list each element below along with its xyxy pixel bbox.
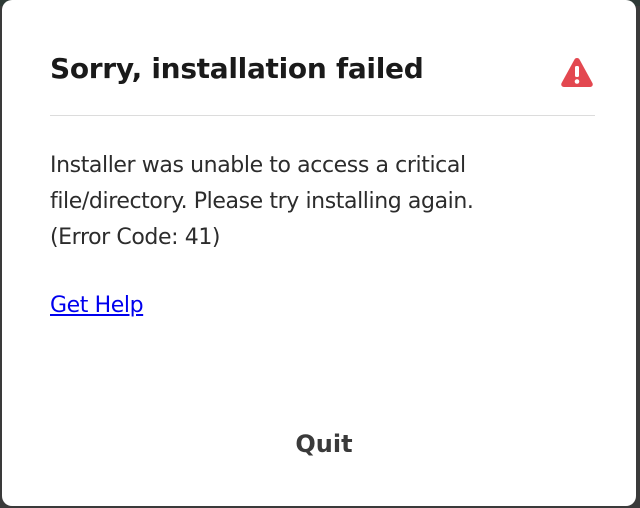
error-code-line: (Error Code: 41): [50, 225, 221, 250]
error-dialog: Sorry, installation failed Installer was…: [2, 0, 636, 506]
quit-button[interactable]: Quit: [272, 420, 376, 468]
warning-triangle-icon: [561, 58, 593, 87]
dialog-title: Sorry, installation failed: [50, 52, 424, 85]
get-help-link[interactable]: Get Help: [50, 293, 144, 318]
error-message: Installer was unable to access a critica…: [50, 148, 610, 256]
title-divider: [50, 115, 595, 116]
error-message-line: Installer was unable to access a critica…: [50, 153, 466, 178]
error-message-line: file/directory. Please try installing ag…: [50, 189, 474, 214]
